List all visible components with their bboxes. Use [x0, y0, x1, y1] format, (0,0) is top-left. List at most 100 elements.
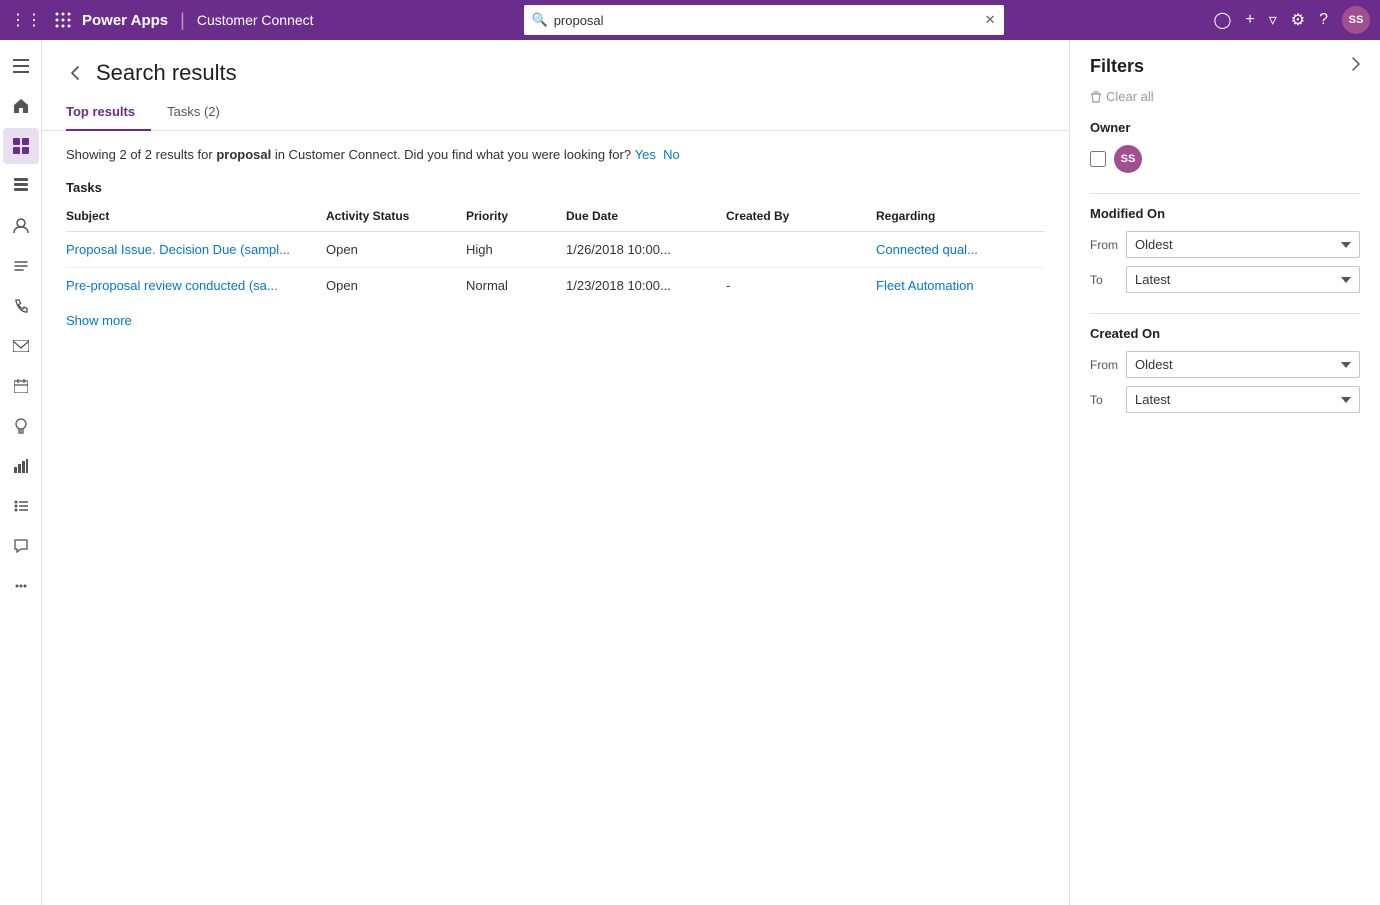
sidebar-more-icon[interactable] — [3, 568, 39, 604]
col-due-date: Due Date — [566, 201, 726, 232]
modified-on-section: Modified On From Oldest Latest Custom To… — [1090, 206, 1360, 293]
results-suffix: in Customer Connect. Did you find what y… — [271, 147, 631, 162]
filter-panel-header: Filters — [1090, 56, 1360, 77]
results-table: Subject Activity Status Priority Due Dat… — [66, 201, 1045, 303]
results-info: Showing 2 of 2 results for proposal in C… — [42, 131, 1069, 172]
search-icon: 🔍 — [532, 12, 548, 28]
sidebar-home-icon[interactable] — [3, 88, 39, 124]
clear-all-button[interactable]: Clear all — [1090, 89, 1154, 104]
filter-divider — [1090, 193, 1360, 194]
back-button[interactable] — [66, 63, 86, 83]
sidebar-chat-icon[interactable] — [3, 528, 39, 564]
owner-checkbox-empty — [1090, 151, 1106, 167]
top-nav-icons: ◯ + ▿ ⚙ ? SS — [1213, 6, 1370, 34]
owner-avatar[interactable]: SS — [1114, 145, 1142, 173]
cell-subject-2: Pre-proposal review conducted (sa... — [66, 268, 326, 304]
col-priority: Priority — [466, 201, 566, 232]
created-on-title: Created On — [1090, 326, 1360, 341]
regarding-link-1[interactable]: Connected qual... — [876, 242, 978, 257]
sidebar-email-icon[interactable] — [3, 328, 39, 364]
main-content: Search results Top results Tasks (2) Sho… — [42, 40, 1070, 905]
filter-panel: Filters Clear all Owner SS — [1070, 40, 1380, 905]
nav-separator: | — [180, 10, 185, 31]
tab-tasks[interactable]: Tasks (2) — [151, 96, 236, 131]
sidebar-contacts-icon[interactable] — [3, 208, 39, 244]
tasks-section: Tasks Subject Activity Status Priority D… — [42, 172, 1069, 338]
regarding-link-2[interactable]: Fleet Automation — [876, 278, 974, 293]
no-link[interactable]: No — [663, 147, 680, 162]
content-area: Search results Top results Tasks (2) Sho… — [42, 40, 1380, 905]
created-to-label: To — [1090, 393, 1118, 407]
search-bar: 🔍 ✕ — [524, 5, 1004, 35]
modified-to-select[interactable]: Latest Oldest Custom — [1126, 266, 1360, 293]
cell-priority-2: Normal — [466, 268, 566, 304]
subject-link-2[interactable]: Pre-proposal review conducted (sa... — [66, 278, 278, 293]
created-to-row: To Latest Oldest Custom — [1090, 386, 1360, 413]
cell-status-2: Open — [326, 268, 466, 304]
sidebar-calendar-icon[interactable] — [3, 368, 39, 404]
sidebar-lists-icon[interactable] — [3, 488, 39, 524]
page-title: Search results — [96, 60, 237, 86]
left-sidebar — [0, 40, 42, 905]
table-row: Pre-proposal review conducted (sa... Ope… — [66, 268, 1045, 304]
plus-icon[interactable]: + — [1245, 11, 1254, 29]
col-activity-status: Activity Status — [326, 201, 466, 232]
owner-checkboxes: SS — [1090, 145, 1360, 173]
help-icon[interactable]: ? — [1319, 11, 1328, 29]
cell-priority-1: High — [466, 232, 566, 268]
app-context: Customer Connect — [197, 12, 314, 28]
app-name: Power Apps — [82, 12, 168, 29]
grid-menu-icon[interactable]: ⋮⋮ — [10, 10, 42, 30]
sidebar-tasks-icon[interactable] — [3, 248, 39, 284]
cell-regarding-1: Connected qual... — [876, 232, 1045, 268]
sidebar-phone-icon[interactable] — [3, 288, 39, 324]
search-results-header: Search results — [42, 40, 1069, 96]
cell-regarding-2: Fleet Automation — [876, 268, 1045, 304]
col-regarding: Regarding — [876, 201, 1045, 232]
tab-top-results[interactable]: Top results — [66, 96, 151, 131]
clear-search-icon[interactable]: ✕ — [985, 12, 996, 28]
show-more-link[interactable]: Show more — [66, 303, 132, 338]
yes-link[interactable]: Yes — [635, 147, 656, 162]
sidebar-dashboard-icon[interactable] — [3, 128, 39, 164]
sidebar-insights-icon[interactable] — [3, 408, 39, 444]
modified-from-select[interactable]: Oldest Latest Custom — [1126, 231, 1360, 258]
settings-icon[interactable]: ⚙ — [1291, 10, 1305, 30]
modified-to-label: To — [1090, 273, 1118, 287]
cell-createdby-2: - — [726, 268, 876, 304]
modified-on-title: Modified On — [1090, 206, 1360, 221]
owner-filter-title: Owner — [1090, 120, 1360, 135]
modified-to-row: To Latest Oldest Custom — [1090, 266, 1360, 293]
created-from-select[interactable]: Oldest Latest Custom — [1126, 351, 1360, 378]
col-subject: Subject — [66, 201, 326, 232]
top-navigation: ⋮⋮ Power Apps | Customer Connect 🔍 ✕ ◯ +… — [0, 0, 1380, 40]
cell-createdby-1 — [726, 232, 876, 268]
results-keyword: proposal — [216, 147, 271, 162]
sidebar-menu-icon[interactable] — [3, 48, 39, 84]
filter-icon[interactable]: ▿ — [1269, 10, 1277, 30]
created-from-label: From — [1090, 358, 1118, 372]
main-layout: Search results Top results Tasks (2) Sho… — [0, 40, 1380, 905]
modified-from-label: From — [1090, 238, 1118, 252]
cell-duedate-2: 1/23/2018 10:00... — [566, 268, 726, 304]
table-row: Proposal Issue. Decision Due (sampl... O… — [66, 232, 1045, 268]
subject-link-1[interactable]: Proposal Issue. Decision Due (sampl... — [66, 242, 290, 257]
cell-subject-1: Proposal Issue. Decision Due (sampl... — [66, 232, 326, 268]
sidebar-records-icon[interactable] — [3, 168, 39, 204]
filter-collapse-button[interactable] — [1352, 57, 1360, 76]
tasks-section-title: Tasks — [66, 172, 1045, 201]
search-input[interactable] — [554, 13, 979, 28]
created-from-row: From Oldest Latest Custom — [1090, 351, 1360, 378]
clear-all-label: Clear all — [1106, 89, 1154, 104]
created-to-select[interactable]: Latest Oldest Custom — [1126, 386, 1360, 413]
compass-icon[interactable]: ◯ — [1213, 10, 1231, 30]
cell-status-1: Open — [326, 232, 466, 268]
owner-checkbox-input[interactable] — [1090, 151, 1106, 167]
grid-dots-icon[interactable] — [54, 11, 72, 29]
cell-duedate-1: 1/26/2018 10:00... — [566, 232, 726, 268]
user-avatar[interactable]: SS — [1342, 6, 1370, 34]
created-on-section: Created On From Oldest Latest Custom To … — [1090, 326, 1360, 413]
col-created-by: Created By — [726, 201, 876, 232]
modified-from-row: From Oldest Latest Custom — [1090, 231, 1360, 258]
sidebar-reports-icon[interactable] — [3, 448, 39, 484]
